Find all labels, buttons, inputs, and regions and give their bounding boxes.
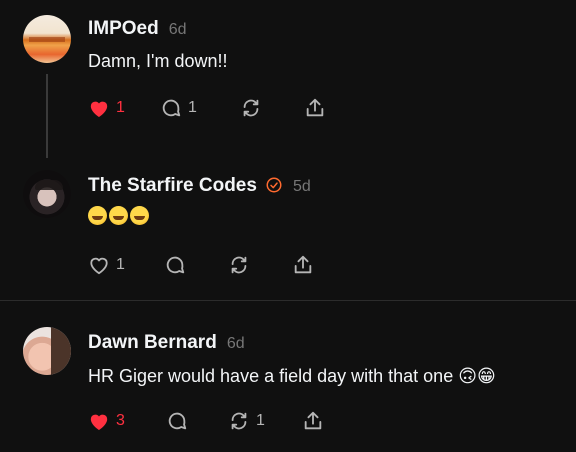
- avatar[interactable]: [23, 15, 71, 63]
- post-text: Damn, I'm down!!: [88, 51, 228, 71]
- username[interactable]: The Starfire Codes 5d: [88, 175, 311, 197]
- like-button[interactable]: 1: [88, 252, 125, 278]
- post-text: 🤣🤣🤣: [88, 206, 151, 227]
- repost-icon: [243, 99, 259, 117]
- heart-icon: [90, 101, 108, 118]
- comment-icon: [162, 99, 181, 117]
- thread-line: [46, 74, 48, 158]
- comment-button[interactable]: [164, 252, 192, 278]
- timestamp: 6d: [168, 21, 187, 38]
- like-button[interactable]: 1: [88, 95, 125, 121]
- verified-icon: [266, 177, 282, 193]
- heart-icon: [90, 257, 108, 275]
- like-count: 1: [116, 99, 125, 116]
- action-bar: 1: [88, 252, 348, 278]
- action-bar: 3 1: [88, 408, 348, 434]
- like-count: 1: [116, 256, 125, 273]
- repost-icon: [231, 256, 247, 274]
- like-count: 3: [116, 412, 125, 429]
- comment-button[interactable]: [166, 408, 194, 434]
- comment-button[interactable]: 1: [160, 95, 197, 121]
- action-bar: 1 1: [88, 95, 348, 121]
- rofl-emoji-icon: [130, 206, 149, 225]
- share-icon: [304, 411, 322, 430]
- like-button[interactable]: 3: [88, 408, 125, 434]
- timestamp: 6d: [226, 335, 245, 352]
- share-button[interactable]: [302, 408, 324, 434]
- repost-icon: [231, 412, 247, 430]
- post-text: HR Giger would have a field day with tha…: [88, 366, 496, 386]
- avatar[interactable]: [23, 327, 71, 375]
- share-button[interactable]: [292, 252, 314, 278]
- username[interactable]: Dawn Bernard 6d: [88, 332, 245, 354]
- divider: [0, 300, 576, 301]
- repost-button[interactable]: 1: [228, 408, 265, 434]
- comment-icon: [168, 412, 187, 430]
- repost-button[interactable]: [240, 95, 268, 121]
- username[interactable]: IMPOed 6d: [88, 18, 187, 40]
- rofl-emoji-icon: [88, 206, 107, 225]
- heart-icon: [90, 414, 108, 431]
- share-icon: [294, 255, 312, 274]
- timestamp: 5d: [292, 178, 311, 195]
- comment-icon: [166, 256, 185, 274]
- reply-count: 1: [188, 99, 197, 116]
- share-button[interactable]: [304, 95, 326, 121]
- repost-button[interactable]: [228, 252, 256, 278]
- avatar[interactable]: [23, 170, 71, 218]
- share-icon: [306, 98, 324, 117]
- rofl-emoji-icon: [109, 206, 128, 225]
- repost-count: 1: [256, 412, 265, 429]
